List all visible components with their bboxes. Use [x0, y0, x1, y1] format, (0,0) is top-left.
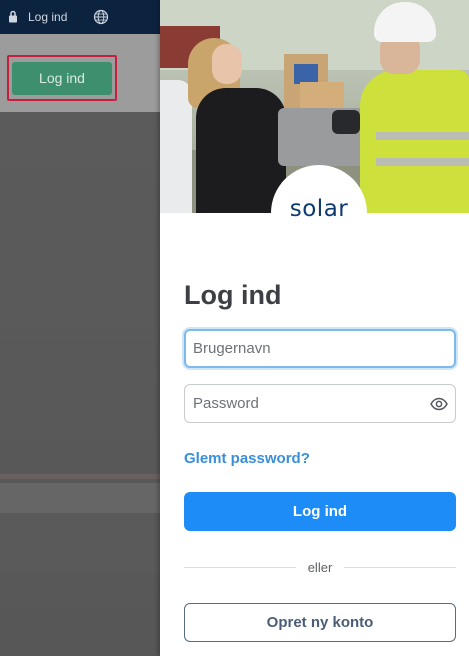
hero-package-label — [294, 64, 318, 84]
hero-person-woman — [196, 88, 286, 213]
hero-glove — [332, 110, 360, 134]
background-band — [0, 513, 160, 573]
page-title: Log ind — [184, 280, 282, 310]
hero-person-worker — [360, 70, 469, 213]
background-content — [0, 112, 160, 656]
background-page: Log ind Log ind — [0, 0, 160, 656]
hero-person-woman-face — [212, 44, 242, 84]
divider-text: eller — [307, 560, 333, 575]
username-input[interactable] — [184, 329, 456, 368]
forgot-password-link[interactable]: Glemt password? — [184, 450, 310, 467]
login-button[interactable]: Log ind — [184, 492, 456, 531]
background-divider — [0, 474, 160, 479]
background-band — [0, 483, 160, 513]
background-login-button[interactable]: Log ind — [12, 62, 112, 95]
login-panel: solar Log ind Glemt password? Log ind el… — [160, 0, 469, 656]
divider-line — [184, 567, 296, 568]
hero-reflective-stripe — [376, 158, 469, 166]
hero-reflective-stripe — [376, 132, 469, 140]
divider-line — [344, 567, 456, 568]
hero-package-small — [300, 82, 344, 108]
create-account-button[interactable]: Opret ny konto — [184, 603, 456, 642]
lock-icon — [9, 10, 17, 23]
hero-car — [160, 80, 192, 213]
top-bar: Log ind — [0, 0, 160, 34]
topbar-login-link[interactable]: Log ind — [28, 10, 67, 24]
globe-icon[interactable] — [93, 9, 109, 25]
eye-icon[interactable] — [430, 395, 448, 413]
password-input[interactable] — [184, 384, 456, 423]
solar-logo: solar — [289, 196, 349, 222]
